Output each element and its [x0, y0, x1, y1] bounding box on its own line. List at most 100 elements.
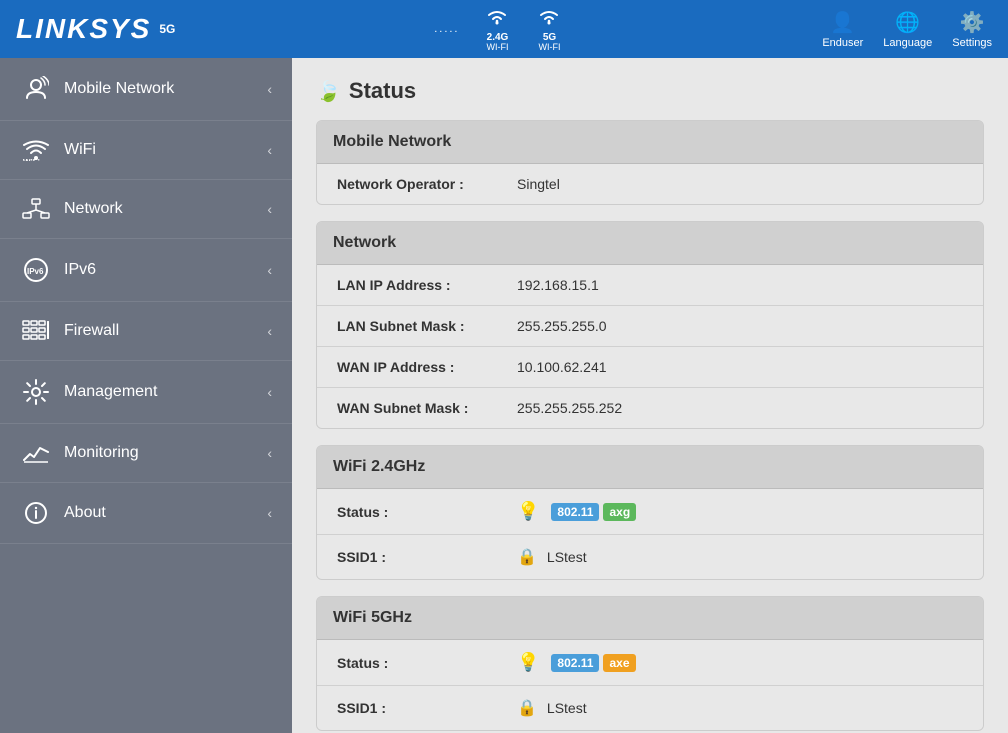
wifi-5-ssid-value-area: 🔒 LStest: [517, 698, 587, 718]
enduser-button[interactable]: 👤 Enduser: [822, 10, 863, 49]
sidebar-label-network: Network: [64, 200, 267, 218]
wifi-5-lock-icon: 🔒: [517, 698, 537, 718]
language-icon: 🌐: [895, 10, 920, 35]
language-button[interactable]: 🌐 Language: [883, 10, 932, 49]
sidebar-item-management[interactable]: Management ‹: [0, 361, 292, 424]
wifi-5-status-light: 💡: [517, 652, 539, 673]
network-operator-label: Network Operator :: [337, 176, 517, 192]
settings-button[interactable]: ⚙️ Settings: [952, 10, 992, 49]
monitoring-icon: [20, 442, 52, 464]
sidebar-item-about[interactable]: About ‹: [0, 483, 292, 544]
wifi-24-ssid-value: LStest: [547, 549, 587, 565]
sidebar-item-ipv6[interactable]: IPv6 IPv6 ‹: [0, 239, 292, 302]
wifi-5-status-row: Status : 💡 802.11 axe: [317, 640, 983, 686]
network-card: Network LAN IP Address : 192.168.15.1 LA…: [316, 221, 984, 429]
wifi-5-card-header: WiFi 5GHz: [317, 597, 983, 640]
settings-icon: ⚙️: [960, 10, 985, 35]
status-leaf-icon: 🍃: [316, 79, 341, 104]
sidebar-item-monitoring[interactable]: Monitoring ‹: [0, 424, 292, 483]
wifi-2g-type: WI-FI: [486, 43, 508, 53]
wan-subnet-row: WAN Subnet Mask : 255.255.255.252: [317, 388, 983, 428]
sidebar-item-wifi[interactable]: WiFi WiFi ‹: [0, 121, 292, 180]
chevron-monitoring: ‹: [267, 445, 272, 461]
sidebar-label-wifi: WiFi: [64, 141, 267, 159]
network-card-header: Network: [317, 222, 983, 265]
wifi-5g-label: 5G WI-FI: [535, 5, 563, 53]
wifi-24-badge-sub: axg: [603, 503, 636, 521]
sidebar-label-about: About: [64, 504, 267, 522]
logo-area: LINKSYS 5G: [16, 13, 175, 45]
wifi-24-ssid-label: SSID1 :: [337, 549, 517, 565]
sidebar-item-firewall[interactable]: Firewall ‹: [0, 302, 292, 361]
network-icon: [20, 198, 52, 220]
sidebar-label-mobile-network: Mobile Network: [64, 80, 267, 98]
wan-subnet-label: WAN Subnet Mask :: [337, 400, 517, 416]
header-right: 👤 Enduser 🌐 Language ⚙️ Settings: [822, 10, 992, 49]
sidebar-label-management: Management: [64, 383, 267, 401]
lan-ip-row: LAN IP Address : 192.168.15.1: [317, 265, 983, 306]
wifi-24-card: WiFi 2.4GHz Status : 💡 802.11 axg SSID1 …: [316, 445, 984, 580]
wifi-5-badge-main: 802.11: [551, 654, 599, 672]
wifi-5-status-badges: 💡 802.11 axe: [517, 652, 636, 673]
wan-subnet-value: 255.255.255.252: [517, 400, 622, 416]
firewall-icon: [20, 320, 52, 342]
wifi-5-status-label: Status :: [337, 655, 517, 671]
mobile-network-card: Mobile Network Network Operator : Singte…: [316, 120, 984, 205]
chevron-network: ‹: [267, 201, 272, 217]
sidebar: Mobile Network ‹ WiFi WiFi ‹: [0, 58, 292, 733]
enduser-icon: 👤: [830, 10, 855, 35]
wifi-icon: WiFi: [20, 139, 52, 161]
lan-subnet-value: 255.255.255.0: [517, 318, 607, 334]
about-icon: [20, 501, 52, 525]
wifi-5-ssid-label: SSID1 :: [337, 700, 517, 716]
sidebar-label-firewall: Firewall: [64, 322, 267, 340]
mobile-network-icon: [20, 76, 52, 102]
wan-ip-row: WAN IP Address : 10.100.62.241: [317, 347, 983, 388]
chevron-firewall: ‹: [267, 323, 272, 339]
chevron-ipv6: ‹: [267, 262, 272, 278]
network-operator-value: Singtel: [517, 176, 560, 192]
sidebar-label-monitoring: Monitoring: [64, 444, 267, 462]
ipv6-icon: IPv6: [20, 257, 52, 283]
svg-text:WiFi: WiFi: [23, 158, 40, 161]
svg-text:IPv6: IPv6: [27, 267, 44, 276]
wifi-24-lock-icon: 🔒: [517, 547, 537, 567]
chevron-wifi: ‹: [267, 142, 272, 158]
lan-ip-value: 192.168.15.1: [517, 277, 599, 293]
logo-text: LINKSYS: [16, 13, 151, 45]
sidebar-item-mobile-network[interactable]: Mobile Network ‹: [0, 58, 292, 121]
chevron-about: ‹: [267, 505, 272, 521]
lan-subnet-label: LAN Subnet Mask :: [337, 318, 517, 334]
lan-subnet-row: LAN Subnet Mask : 255.255.255.0: [317, 306, 983, 347]
network-operator-row: Network Operator : Singtel: [317, 164, 983, 204]
signal-dots: .....: [434, 23, 459, 35]
wifi-24-status-label: Status :: [337, 504, 517, 520]
wifi-24-status-badges: 💡 802.11 axg: [517, 501, 636, 522]
main-layout: Mobile Network ‹ WiFi WiFi ‹: [0, 58, 1008, 733]
header-center: ..... 2.4G WI-FI: [175, 5, 822, 53]
logo-badge: 5G: [159, 22, 175, 36]
page-title: Status: [349, 78, 416, 104]
management-icon: [20, 379, 52, 405]
wifi-24-ssid-row: SSID1 : 🔒 LStest: [317, 535, 983, 579]
wifi-5g-icon: [535, 5, 563, 32]
wan-ip-label: WAN IP Address :: [337, 359, 517, 375]
wifi-5g-type: WI-FI: [538, 43, 560, 53]
wifi-5-card: WiFi 5GHz Status : 💡 802.11 axe SSID1 : …: [316, 596, 984, 731]
wifi-24-status-row: Status : 💡 802.11 axg: [317, 489, 983, 535]
sidebar-label-ipv6: IPv6: [64, 261, 267, 279]
header: LINKSYS 5G ..... 2.4G WI-FI: [0, 0, 1008, 58]
wifi-5-badge-sub: axe: [603, 654, 635, 672]
language-label: Language: [883, 37, 932, 49]
wifi-2g-label: 2.4G WI-FI: [483, 5, 511, 53]
wan-ip-value: 10.100.62.241: [517, 359, 607, 375]
enduser-label: Enduser: [822, 37, 863, 49]
page-title-area: 🍃 Status: [316, 78, 984, 104]
lan-ip-label: LAN IP Address :: [337, 277, 517, 293]
mobile-network-card-header: Mobile Network: [317, 121, 983, 164]
wifi-24-ssid-value-area: 🔒 LStest: [517, 547, 587, 567]
sidebar-item-network[interactable]: Network ‹: [0, 180, 292, 239]
wifi-2g-icon: [483, 5, 511, 32]
chevron-mobile-network: ‹: [267, 81, 272, 97]
content-area: 🍃 Status Mobile Network Network Operator…: [292, 58, 1008, 733]
